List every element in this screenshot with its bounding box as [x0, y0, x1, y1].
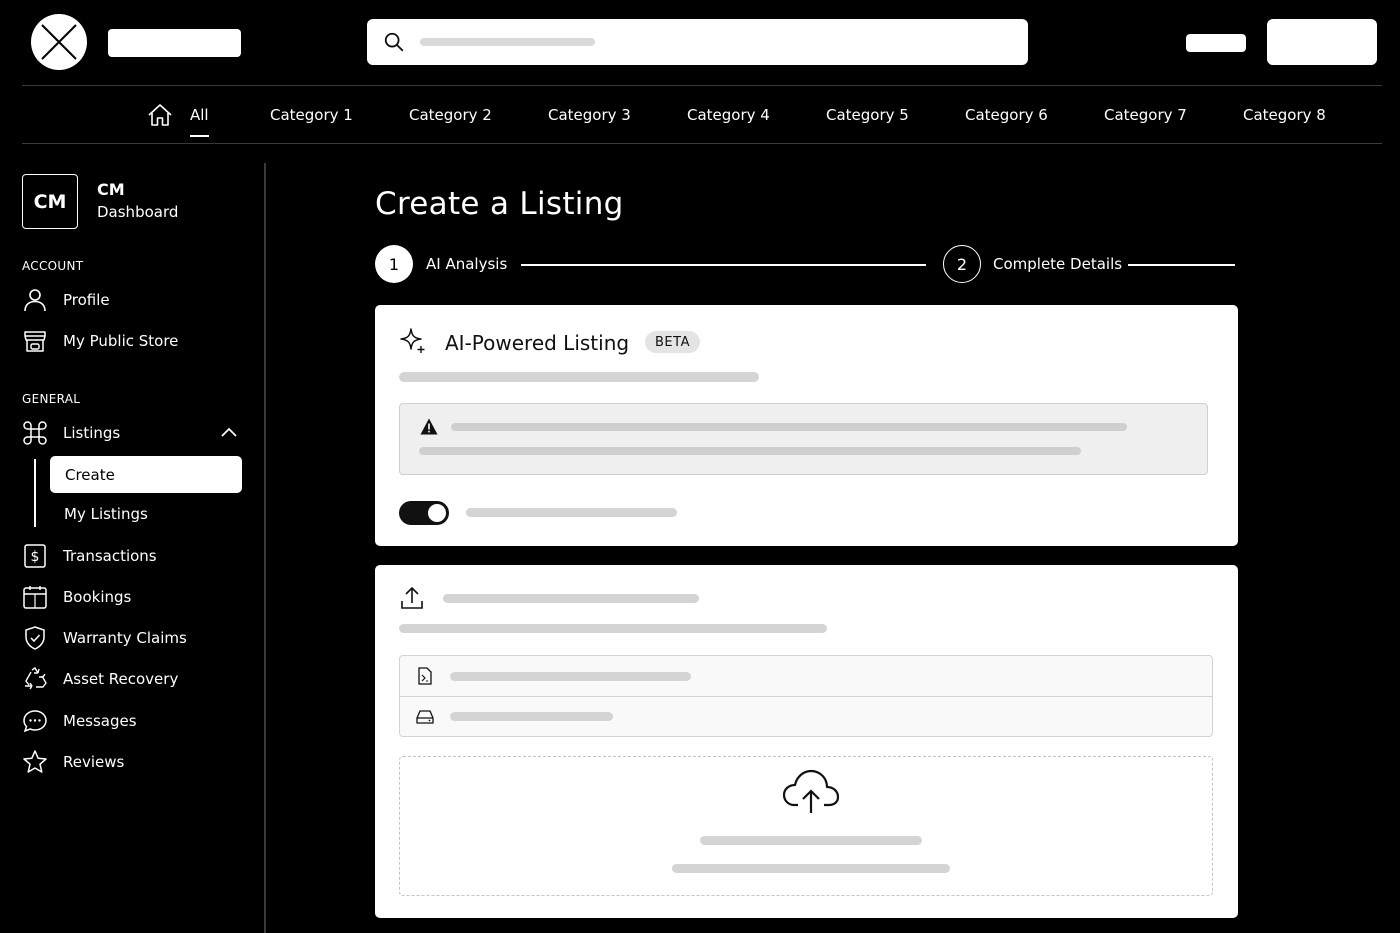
source-label-placeholder: [450, 672, 691, 681]
command-icon: [23, 421, 47, 445]
submenu-line: [34, 459, 36, 527]
category-tab-5[interactable]: Category 5: [826, 106, 909, 124]
user-name: CM: [97, 180, 125, 199]
category-tab-7[interactable]: Category 7: [1104, 106, 1187, 124]
dollar-icon: $: [24, 544, 46, 568]
section-label-account: ACCOUNT: [22, 259, 84, 273]
step-connector: [1128, 264, 1235, 266]
ai-toggle[interactable]: [399, 501, 449, 525]
category-tab-all[interactable]: All: [190, 106, 209, 137]
star-icon: [23, 750, 47, 773]
search-input[interactable]: [367, 19, 1028, 65]
upload-icon: [401, 586, 423, 609]
chat-icon: [23, 710, 47, 733]
page-title: Create a Listing: [375, 186, 624, 222]
sidebar-item-transactions[interactable]: $ Transactions: [22, 541, 157, 571]
sidebar-item-label: Bookings: [63, 588, 132, 606]
upload-source-file[interactable]: [400, 656, 1212, 696]
user-subtitle: Dashboard: [97, 203, 179, 221]
shield-icon: [25, 626, 45, 650]
upload-description-placeholder: [399, 624, 827, 633]
sparkle-icon: [400, 328, 425, 353]
nav-divider: [22, 143, 1382, 144]
upload-source-drive[interactable]: [400, 696, 1212, 736]
logo-icon[interactable]: [31, 14, 87, 70]
sidebar-item-asset-recovery[interactable]: Asset Recovery: [22, 664, 178, 694]
step-connector: [521, 264, 926, 266]
warning-icon: [420, 418, 438, 435]
sidebar-item-reviews[interactable]: Reviews: [22, 747, 124, 777]
sidebar-item-profile[interactable]: Profile: [22, 285, 110, 315]
warning-notice: [399, 403, 1208, 475]
upload-card: [375, 565, 1238, 918]
sidebar-item-label: Profile: [63, 291, 110, 309]
beta-badge: BETA: [645, 331, 700, 353]
dropzone-text-placeholder: [700, 836, 922, 845]
sidebar-item-label: Messages: [63, 712, 137, 730]
sidebar-item-messages[interactable]: Messages: [22, 706, 137, 736]
source-label-placeholder: [450, 712, 613, 721]
sidebar-item-label: Reviews: [63, 753, 125, 771]
step-1-indicator: 1: [375, 245, 413, 283]
svg-text:$: $: [31, 549, 40, 565]
sidebar-divider: [264, 163, 266, 933]
sidebar-item-label: Asset Recovery: [63, 670, 179, 688]
sidebar-item-warranty[interactable]: Warranty Claims: [22, 623, 187, 653]
profile-icon: [24, 289, 46, 312]
header-divider: [22, 85, 1382, 86]
sidebar-item-label: Transactions: [63, 547, 157, 565]
category-tab-8[interactable]: Category 8: [1243, 106, 1326, 124]
home-icon[interactable]: [147, 103, 173, 127]
category-tab-4[interactable]: Category 4: [687, 106, 770, 124]
ai-card-title: AI-Powered Listing: [445, 331, 630, 355]
description-placeholder: [399, 372, 759, 382]
brand-name-placeholder[interactable]: [108, 29, 241, 57]
recycle-icon: [25, 667, 47, 690]
search-placeholder: [420, 38, 595, 46]
upload-title-placeholder: [443, 594, 699, 603]
drive-icon: [416, 710, 434, 724]
file-dropzone[interactable]: [399, 756, 1213, 896]
category-tab-3[interactable]: Category 3: [548, 106, 631, 124]
sidebar-item-bookings[interactable]: Bookings: [22, 582, 131, 612]
section-label-general: GENERAL: [22, 392, 81, 406]
warning-text-placeholder: [451, 423, 1127, 431]
step-2-label: Complete Details: [993, 255, 1123, 273]
category-tab-6[interactable]: Category 6: [965, 106, 1048, 124]
chevron-up-icon[interactable]: [220, 424, 238, 442]
upload-source-list: [399, 655, 1213, 737]
sidebar-item-label: Warranty Claims: [63, 629, 187, 647]
sidebar-item-label: Listings: [63, 424, 121, 442]
step-2-indicator: 2: [943, 245, 981, 283]
category-tab-2[interactable]: Category 2: [409, 106, 492, 124]
calendar-icon: [23, 586, 47, 609]
dropzone-text-placeholder: [672, 864, 950, 873]
primary-action-button[interactable]: [1267, 19, 1377, 65]
sidebar-item-listings[interactable]: Listings: [22, 418, 120, 448]
sign-in-button[interactable]: [1186, 34, 1246, 52]
sidebar-item-store[interactable]: My Public Store: [22, 326, 178, 356]
ai-listing-card: AI-Powered Listing BETA: [375, 305, 1238, 546]
file-icon: [418, 667, 432, 685]
toggle-label-placeholder: [466, 508, 677, 517]
cloud-upload-icon: [782, 769, 840, 813]
sidebar-subitem-my-listings[interactable]: My Listings: [64, 505, 148, 523]
search-icon: [384, 32, 404, 52]
warning-text-placeholder: [419, 447, 1081, 455]
avatar[interactable]: CM: [22, 174, 78, 229]
sidebar-item-label: My Public Store: [63, 332, 179, 350]
store-icon: [24, 331, 46, 352]
step-1-label: AI Analysis: [426, 255, 508, 273]
sidebar-subitem-create[interactable]: Create: [50, 456, 242, 493]
category-tab-1[interactable]: Category 1: [270, 106, 353, 124]
